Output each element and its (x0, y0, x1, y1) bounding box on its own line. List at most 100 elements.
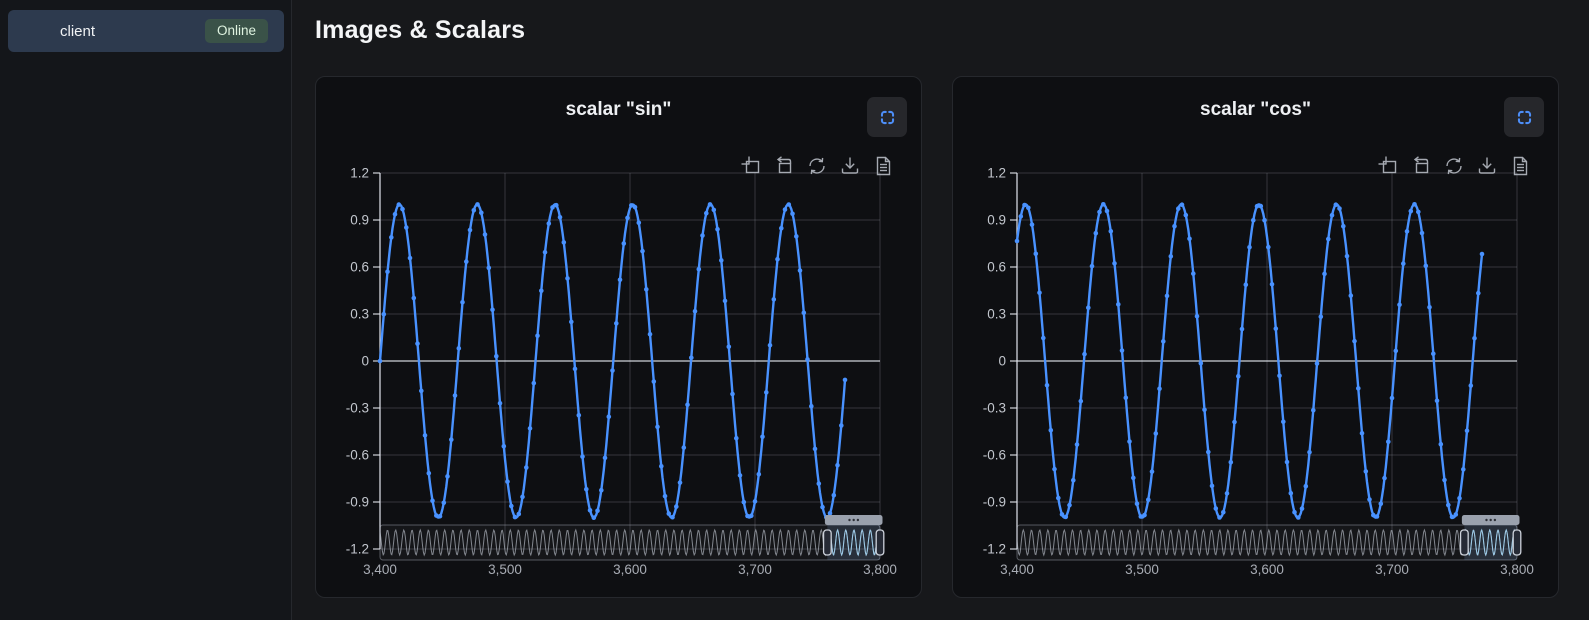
toolbar-zoom-back-button[interactable] (1410, 155, 1432, 177)
series-point (1465, 428, 1470, 433)
y-tick-label: 0.9 (987, 213, 1006, 228)
y-tick-label: 0.3 (987, 307, 1006, 322)
series-point (494, 354, 499, 359)
series-point (423, 433, 428, 438)
series-point (404, 225, 409, 230)
series-point (1379, 502, 1384, 507)
x-tick-label: 3,400 (363, 562, 397, 577)
y-tick-label: -0.9 (346, 495, 369, 510)
series-point (1120, 348, 1125, 353)
series-point (1247, 245, 1252, 250)
toolbar-data-view-button[interactable] (1509, 155, 1531, 177)
series-point (1060, 512, 1065, 517)
series-point (1307, 450, 1312, 455)
series-point (622, 241, 627, 246)
series-point (764, 390, 769, 395)
toolbar-data-view-button[interactable] (872, 155, 894, 177)
series-point (547, 221, 552, 226)
series-point (1015, 239, 1020, 244)
series-point (517, 512, 522, 517)
series-point (1304, 484, 1309, 489)
series-point (749, 514, 754, 519)
series-point (1427, 305, 1432, 310)
series-point (1187, 237, 1192, 242)
series-point (592, 515, 597, 520)
series-point (1180, 202, 1185, 207)
slider-handle-right[interactable] (876, 530, 884, 555)
series-point (1322, 272, 1327, 277)
series-point (1037, 291, 1042, 296)
series-point (427, 471, 432, 476)
series-point (1146, 497, 1151, 502)
series-point (1225, 491, 1230, 496)
series-point (475, 202, 480, 207)
series-point (400, 207, 405, 212)
series-point (573, 367, 578, 372)
series-point (1109, 229, 1114, 234)
toolbar-restore-button[interactable] (1443, 155, 1465, 177)
series-point (817, 481, 822, 486)
toolbar-zoom-select-button[interactable] (1377, 155, 1399, 177)
series-point (1315, 361, 1320, 366)
series-point (828, 511, 833, 516)
x-tick-label: 3,400 (1000, 562, 1034, 577)
y-tick-label: -1.2 (983, 542, 1006, 557)
series-point (820, 505, 825, 510)
series-point (1274, 326, 1279, 331)
series-point (794, 234, 799, 239)
series-point (1195, 314, 1200, 319)
series-point (1244, 282, 1249, 287)
series-point (520, 495, 525, 500)
series-point (637, 221, 642, 226)
series-point (1476, 291, 1481, 296)
series-point (502, 444, 507, 449)
slider-handle-left[interactable] (1461, 530, 1469, 555)
toolbar-zoom-back-button[interactable] (773, 155, 795, 177)
sidebar-item-client[interactable]: client Online (8, 10, 284, 52)
series-point (790, 212, 795, 217)
series-point (839, 423, 844, 428)
slider-selection[interactable] (1464, 525, 1517, 560)
y-tick-label: 0.6 (350, 260, 369, 275)
slider-handle-left[interactable] (824, 530, 832, 555)
series-point (1270, 282, 1275, 287)
series-point (509, 504, 514, 509)
series-point (685, 402, 690, 407)
sidebar: client Online (0, 0, 292, 620)
slider-handle-right[interactable] (1513, 530, 1521, 555)
series-point (535, 334, 540, 339)
series-point (1281, 419, 1286, 424)
series-point (674, 504, 679, 509)
series-point (1090, 264, 1095, 269)
series-point (577, 413, 582, 418)
series-point (603, 456, 608, 461)
toolbar-save-image-button[interactable] (1476, 155, 1498, 177)
series-point (813, 447, 818, 452)
series-point (1461, 467, 1466, 472)
series-point (498, 401, 503, 406)
series-point (1240, 327, 1245, 332)
series-point (704, 211, 709, 216)
series-point (1296, 515, 1301, 520)
series-point (1352, 339, 1357, 344)
series-point (614, 321, 619, 326)
range-slider (1017, 515, 1521, 560)
series-point (730, 392, 735, 397)
data-view-icon (1509, 155, 1531, 177)
series-point (1435, 398, 1440, 403)
series-point (1326, 237, 1331, 242)
series-point (487, 266, 492, 271)
series-point (1165, 294, 1170, 299)
series-point (648, 332, 653, 337)
series-point (1086, 305, 1091, 310)
toolbar-save-image-button[interactable] (839, 155, 861, 177)
series-point (1157, 386, 1162, 391)
series-point (1319, 314, 1324, 319)
series-point (1334, 202, 1339, 207)
series-point (580, 454, 585, 459)
toolbar-zoom-select-button[interactable] (740, 155, 762, 177)
series-point (528, 426, 533, 431)
toolbar-restore-button[interactable] (806, 155, 828, 177)
series-point (1416, 210, 1421, 215)
series-point (1337, 206, 1342, 211)
